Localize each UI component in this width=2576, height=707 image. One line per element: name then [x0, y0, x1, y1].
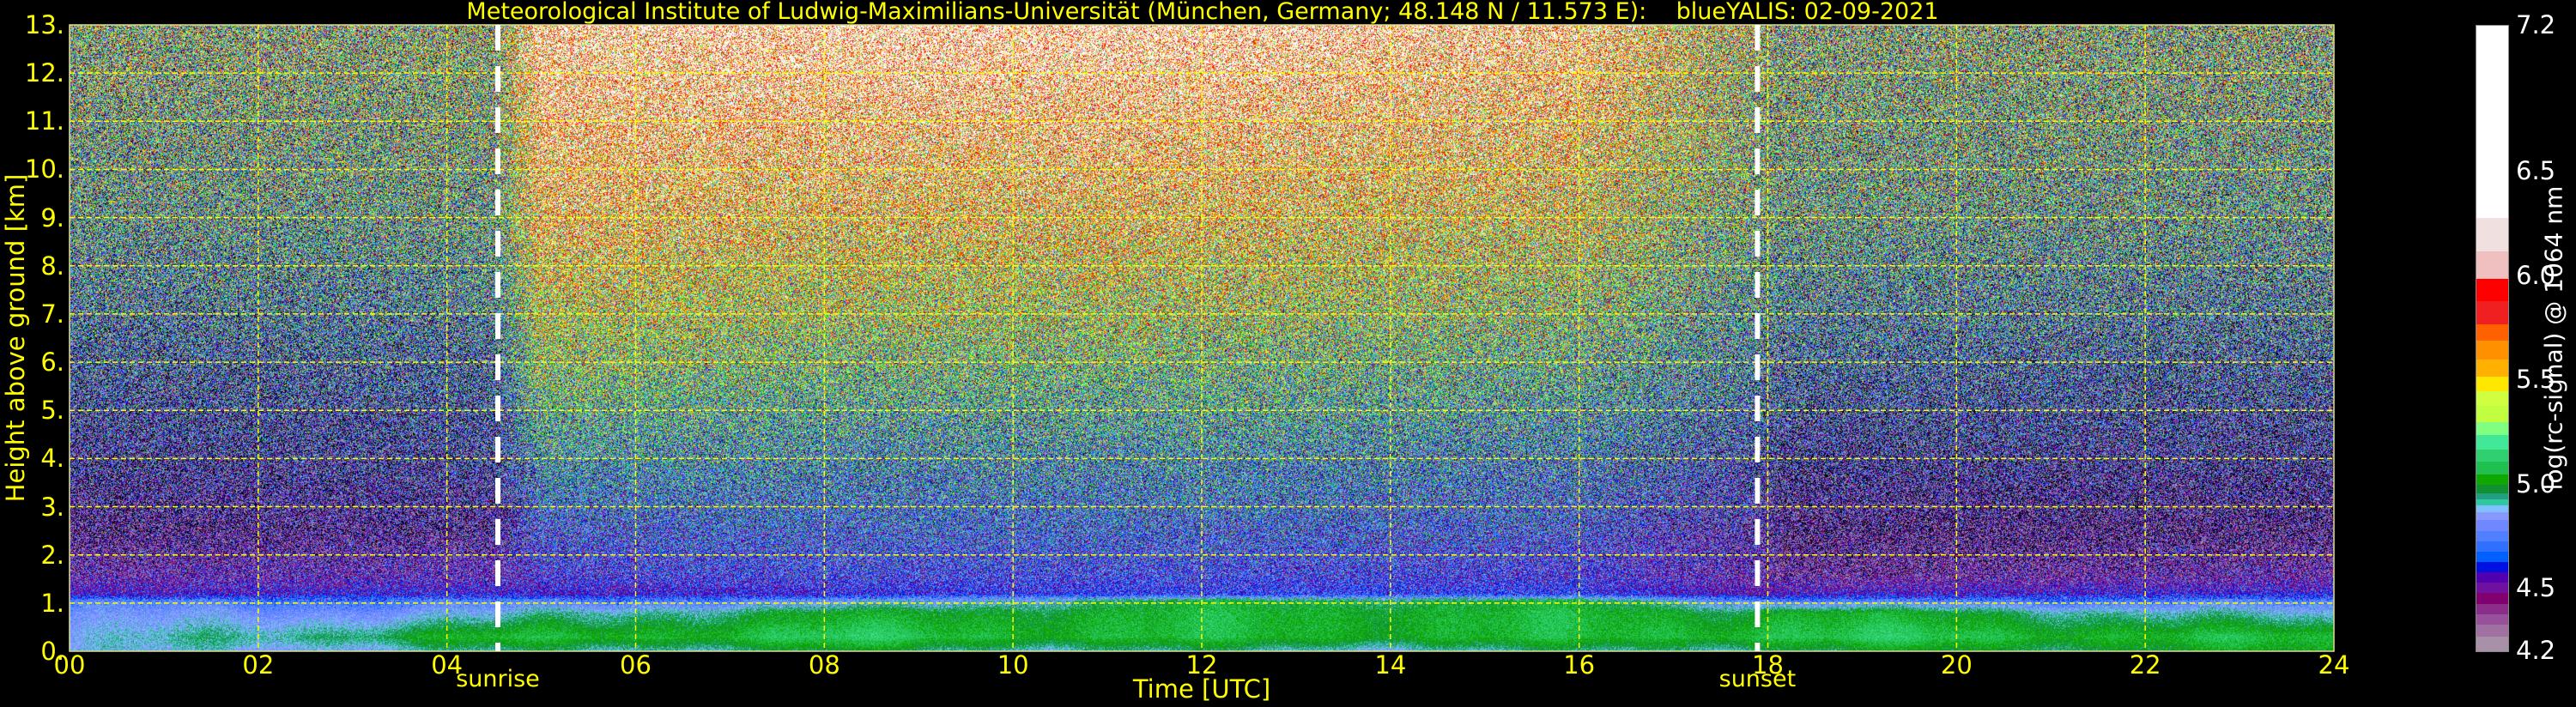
x-tick-label: 02 [242, 650, 275, 680]
colorbar-band [2476, 323, 2508, 341]
colorbar-tick-label: 6.5 [2516, 156, 2556, 186]
colorbar-band [2476, 551, 2508, 562]
colorbar-band [2476, 26, 2508, 219]
y-tick-label: 5. [40, 396, 64, 426]
colorbar-band [2476, 505, 2508, 512]
colorbar-band [2476, 492, 2508, 500]
colorbar-band [2476, 613, 2508, 625]
sunset-label: sunset [1718, 666, 1797, 692]
x-tick-label: 14 [1374, 650, 1407, 680]
colorbar-band [2476, 300, 2508, 324]
colorbar-band [2476, 405, 2508, 423]
chart-title: Meteorological Institute of Ludwig-Maxim… [466, 0, 1939, 25]
colorbar-band [2476, 519, 2508, 531]
y-tick-label: 2. [40, 540, 64, 570]
colorbar-band [2476, 541, 2508, 552]
colorbar-band [2476, 434, 2508, 450]
y-tick-label: 11. [24, 106, 64, 136]
colorbar-band [2476, 636, 2508, 652]
x-tick-label: 22 [2129, 650, 2161, 680]
colorbar-tick-label: 4.2 [2516, 636, 2556, 665]
x-tick-label: 16 [1563, 650, 1596, 680]
colorbar-tick-label: 7.2 [2516, 10, 2556, 39]
colorbar-band [2476, 511, 2508, 521]
colorbar-label: log(rc-signal) @ 1064 nm [2539, 185, 2568, 491]
colorbar-band [2476, 499, 2508, 506]
colorbar-band [2476, 278, 2508, 302]
colorbar-tick-label: 4.5 [2516, 573, 2556, 603]
x-tick-label: 20 [1940, 650, 1973, 680]
colorbar-band [2476, 603, 2508, 614]
x-tick-label: 08 [808, 650, 840, 680]
colorbar-band [2476, 461, 2508, 474]
y-tick-label: 8. [40, 251, 64, 281]
y-tick-label: 9. [40, 202, 64, 233]
colorbar [2476, 25, 2509, 652]
colorbar-band [2476, 624, 2508, 638]
y-tick-label: 1. [40, 588, 64, 618]
colorbar-band [2476, 376, 2508, 391]
y-tick-label: 13. [24, 10, 64, 39]
colorbar-band [2476, 251, 2508, 279]
y-tick-label: 7. [40, 299, 64, 329]
colorbar-band [2476, 484, 2508, 493]
x-tick-label: 06 [620, 650, 652, 680]
colorbar-band [2476, 217, 2508, 251]
colorbar-band [2476, 571, 2508, 583]
x-tick-label: 10 [997, 650, 1029, 680]
x-axis-label: Time [UTC] [1132, 674, 1271, 704]
y-tick-label: 12. [24, 58, 64, 88]
y-axis-label: Height above ground [km] [1, 173, 30, 503]
colorbar-band [2476, 421, 2508, 435]
colorbar-band [2476, 530, 2508, 541]
y-tick-label: 10. [24, 154, 64, 184]
y-tick-label: 6. [40, 347, 64, 378]
colorbar-band [2476, 390, 2508, 406]
colorbar-band [2476, 340, 2508, 360]
plot-area [69, 24, 2335, 652]
y-tick-label: 0. [40, 637, 64, 666]
y-tick-label: 3. [40, 492, 64, 522]
colorbar-band [2476, 582, 2508, 594]
colorbar-band [2476, 359, 2508, 377]
x-tick-label: 24 [2318, 650, 2350, 680]
colorbar-band [2476, 561, 2508, 573]
y-tick-label: 4. [40, 444, 64, 474]
plot-overlay [69, 24, 2335, 652]
colorbar-band [2476, 592, 2508, 604]
colorbar-band [2476, 449, 2508, 462]
sunrise-label: sunrise [456, 666, 540, 692]
colorbar-band [2476, 474, 2508, 486]
